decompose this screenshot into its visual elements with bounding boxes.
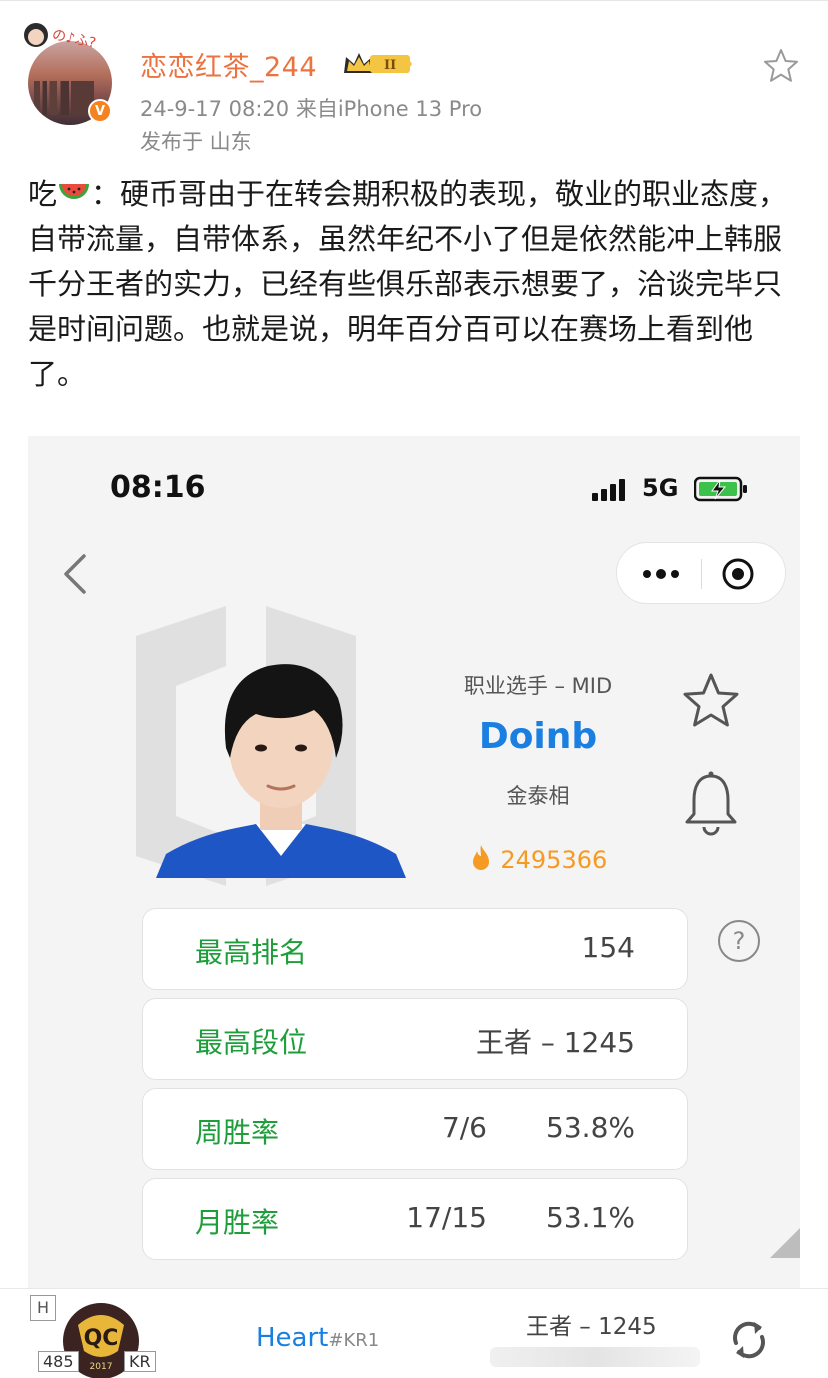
post-header: の♪ふ? V 恋恋红茶_244 II 24-9-17 08:20 来自iPhon… [0, 0, 828, 160]
follow-star-icon[interactable] [680, 670, 742, 732]
region-tag: KR [124, 1351, 156, 1372]
resize-corner-icon [770, 1228, 800, 1258]
bottom-player-name[interactable]: Heart#KR1 [256, 1323, 379, 1353]
watermelon-icon [59, 184, 90, 199]
bottom-player-strip: H QC 2017 485 KR Heart#KR1 王者 – 1245 [0, 1288, 828, 1378]
stat-card-highest-tier: 最高段位 王者 – 1245 [142, 998, 688, 1080]
refresh-icon[interactable] [726, 1317, 772, 1363]
svg-text:の♪ふ?: の♪ふ? [51, 27, 98, 52]
back-chevron-icon[interactable] [58, 552, 90, 596]
notification-bell-icon[interactable] [682, 770, 740, 836]
verified-badge-icon: V [88, 99, 112, 123]
avatar-skyline [34, 81, 94, 115]
post-location: 发布于 山东 [140, 130, 252, 154]
stat-value: 53.1% [546, 1201, 635, 1234]
team-number-tag: 485 [38, 1351, 79, 1372]
player-photo [156, 664, 406, 878]
stat-card-weekly-winrate: 周胜率 7/6 53.8% [142, 1088, 688, 1170]
stat-label: 月胜率 [195, 1206, 280, 1239]
stat-value: 53.8% [546, 1111, 635, 1144]
miniapp-capsule [616, 542, 786, 604]
stat-label: 最高排名 [195, 936, 308, 969]
signal-icon [592, 479, 625, 501]
vip-level: II [384, 58, 396, 73]
fire-icon [472, 845, 489, 870]
player-real-name: 金泰相 [506, 784, 570, 808]
post-meta: 24-9-17 08:20 来自iPhone 13 Pro [140, 97, 483, 121]
help-question-icon[interactable]: ? [716, 918, 762, 964]
hot-count-row: 2495366 [408, 844, 668, 874]
svg-text:?: ? [733, 927, 746, 955]
favorite-star-icon[interactable] [762, 47, 800, 85]
post-text: 吃 ：硬币哥由于在转会期积极的表现，敬业的职业态度，自带流量，自带体系，虽然年纪… [28, 172, 800, 397]
stat-mid: 7/6 [441, 1111, 487, 1144]
bottom-player-name-text: Heart [256, 1323, 329, 1353]
status-time: 08:16 [110, 470, 206, 505]
stat-card-highest-rank: 最高排名 154 [142, 908, 688, 990]
hot-count: 2495366 [500, 846, 608, 874]
stat-value: 154 [581, 931, 635, 964]
vip-crown-icon[interactable]: II [340, 49, 414, 77]
post-text-body: ：硬币哥由于在转会期积极的表现，敬业的职业态度，自带流量，自带体系，虽然年纪不小… [28, 177, 788, 391]
embedded-screenshot: 08:16 5G 职业选手 – MID Doinb 金泰相 2495366 最高… [28, 436, 800, 1378]
close-target-icon[interactable] [721, 557, 755, 591]
player-name: Doinb [478, 716, 598, 757]
more-dots-icon[interactable] [637, 561, 685, 587]
bottom-rank: 王者 – 1245 [526, 1314, 657, 1340]
bottom-player-tagline: #KR1 [328, 1330, 380, 1351]
svg-text:2017: 2017 [90, 1362, 113, 1372]
stat-label: 周胜率 [195, 1116, 280, 1149]
svg-text:QC: QC [84, 1326, 119, 1351]
h-tag: H [30, 1295, 56, 1321]
stat-value: 王者 – 1245 [475, 1026, 635, 1059]
post-text-prefix: 吃 [28, 177, 58, 211]
username[interactable]: 恋恋红茶_244 [140, 45, 317, 84]
stat-mid: 17/15 [406, 1201, 487, 1234]
capsule-divider [701, 559, 702, 589]
network-label: 5G [642, 474, 679, 502]
player-role: 职业选手 – MID [463, 674, 613, 698]
battery-charging-icon [694, 476, 747, 502]
stat-label: 最高段位 [195, 1026, 308, 1059]
blurred-text-placeholder [490, 1347, 700, 1367]
stat-card-monthly-winrate: 月胜率 17/15 53.1% [142, 1178, 688, 1260]
avatar-sticker-icon: の♪ふ? [24, 23, 98, 52]
